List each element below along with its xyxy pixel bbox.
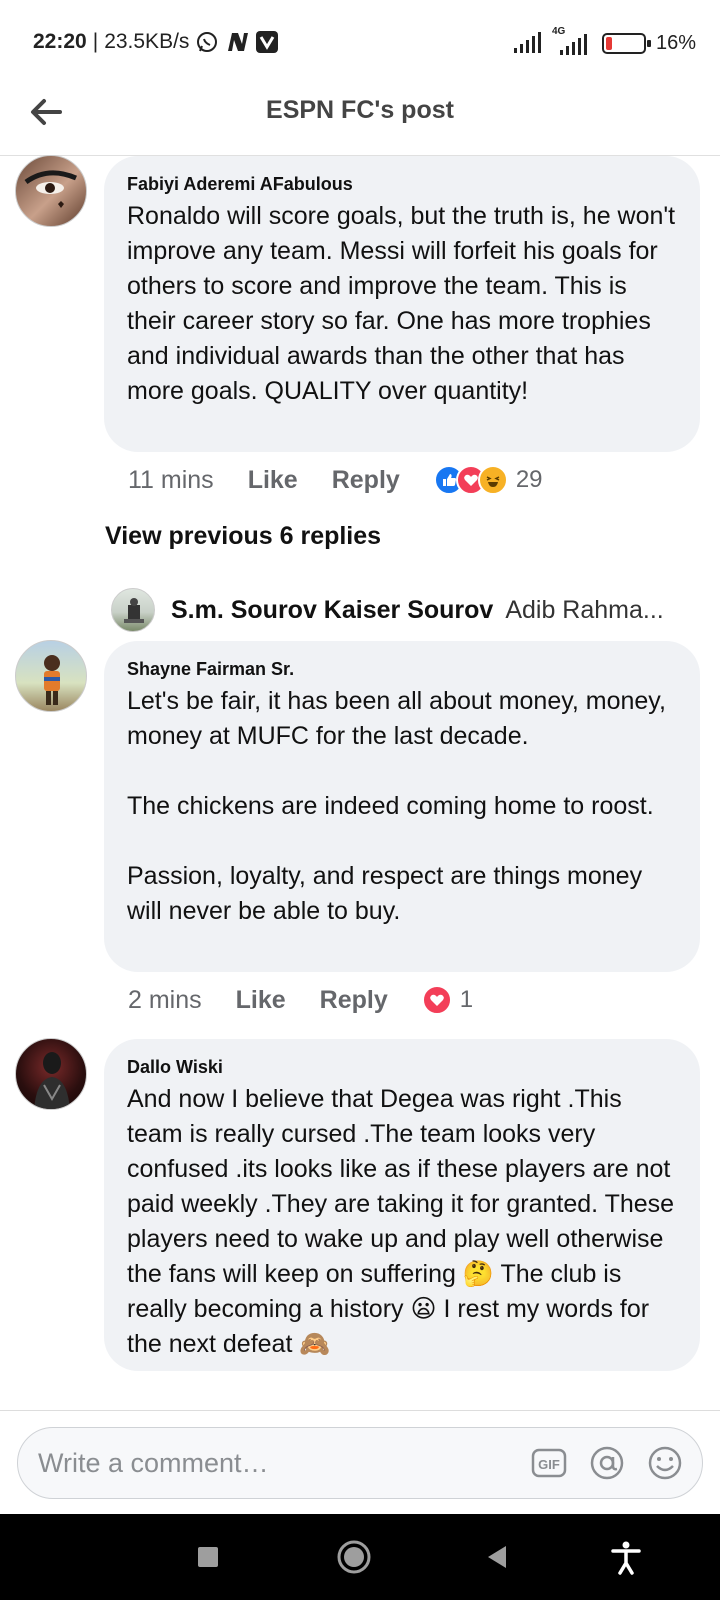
- haha-reaction-icon: [477, 465, 508, 495]
- accessibility-icon[interactable]: [606, 1537, 646, 1577]
- comment-bubble[interactable]: Dallo Wiski And now I believe that Degea…: [104, 1039, 700, 1371]
- comment-time[interactable]: 11 mins: [128, 466, 214, 495]
- comment-author[interactable]: Shayne Fairman Sr.: [127, 659, 678, 680]
- status-divider: |: [92, 30, 99, 53]
- reaction-count: 1: [459, 986, 474, 1013]
- battery-percent: 16%: [655, 31, 696, 54]
- like-button[interactable]: Like: [248, 466, 298, 495]
- like-button[interactable]: Like: [236, 986, 286, 1015]
- status-left: 22:20 | 23.5KB/s: [33, 30, 279, 54]
- v-app-icon: [256, 31, 279, 53]
- reply-button[interactable]: Reply: [320, 986, 388, 1015]
- recents-icon[interactable]: [188, 1537, 228, 1577]
- reactions-summary[interactable]: 29: [433, 465, 543, 495]
- status-right: 4G 16%: [512, 26, 696, 56]
- composer-icons: GIF: [530, 1444, 684, 1482]
- gif-icon[interactable]: GIF: [530, 1444, 568, 1482]
- comment-actions: 11 mins Like Reply 29: [128, 465, 543, 495]
- home-icon[interactable]: [334, 1537, 374, 1577]
- comment-author[interactable]: Dallo Wiski: [127, 1057, 678, 1078]
- avatar[interactable]: [111, 588, 155, 632]
- mention-icon[interactable]: [588, 1444, 626, 1482]
- comment-time[interactable]: 2 mins: [128, 986, 202, 1015]
- reactions-summary[interactable]: 1: [421, 985, 474, 1015]
- emoji-icon[interactable]: [646, 1444, 684, 1482]
- netflix-n-icon: [228, 33, 249, 51]
- comment-author[interactable]: Fabiyi Aderemi AFabulous: [127, 174, 678, 195]
- composer-bar: Write a comment… GIF: [0, 1410, 720, 1514]
- status-speed: 23.5KB/s: [104, 30, 190, 53]
- comment-text: And now I believe that Degea was right .…: [127, 1085, 682, 1358]
- avatar[interactable]: [15, 155, 87, 227]
- comment-actions: 2 mins Like Reply 1: [128, 985, 473, 1015]
- signal-4g-icon: 4G: [552, 26, 592, 56]
- whatsapp-icon: [197, 32, 218, 52]
- love-reaction-icon: [421, 985, 452, 1015]
- comment-text: Let's be fair, it has been all about mon…: [127, 687, 666, 925]
- post-header: ESPN FC's post: [0, 86, 720, 156]
- reply-preview-row[interactable]: S.m. Sourov Kaiser Sourov Adib Rahma...: [111, 588, 664, 632]
- avatar[interactable]: [15, 1038, 87, 1110]
- avatar[interactable]: [15, 640, 87, 712]
- comment-input-placeholder[interactable]: Write a comment…: [38, 1448, 269, 1479]
- status-bar: 22:20 | 23.5KB/s 4G 16%: [0, 0, 720, 86]
- view-previous-replies[interactable]: View previous 6 replies: [105, 522, 381, 551]
- reply-button[interactable]: Reply: [332, 466, 400, 495]
- battery-icon: [601, 32, 651, 54]
- reply-preview-text: Adib Rahma...: [505, 595, 664, 624]
- status-time: 22:20: [33, 30, 87, 53]
- back-nav-icon[interactable]: [478, 1537, 518, 1577]
- signal-icon: [513, 32, 541, 53]
- comment-text: Ronaldo will score goals, but the truth …: [127, 202, 683, 405]
- svg-text:GIF: GIF: [538, 1457, 560, 1472]
- reply-author[interactable]: S.m. Sourov Kaiser Sourov: [171, 596, 493, 625]
- system-nav-bar: [0, 1514, 720, 1600]
- comment-input[interactable]: Write a comment… GIF: [17, 1427, 703, 1499]
- battery-fill: [605, 36, 613, 50]
- comment-bubble[interactable]: Shayne Fairman Sr. Let's be fair, it has…: [104, 641, 700, 972]
- page-title: ESPN FC's post: [266, 96, 454, 124]
- reaction-count: 29: [515, 466, 543, 493]
- comment-bubble[interactable]: Fabiyi Aderemi AFabulous Ronaldo will sc…: [104, 156, 700, 452]
